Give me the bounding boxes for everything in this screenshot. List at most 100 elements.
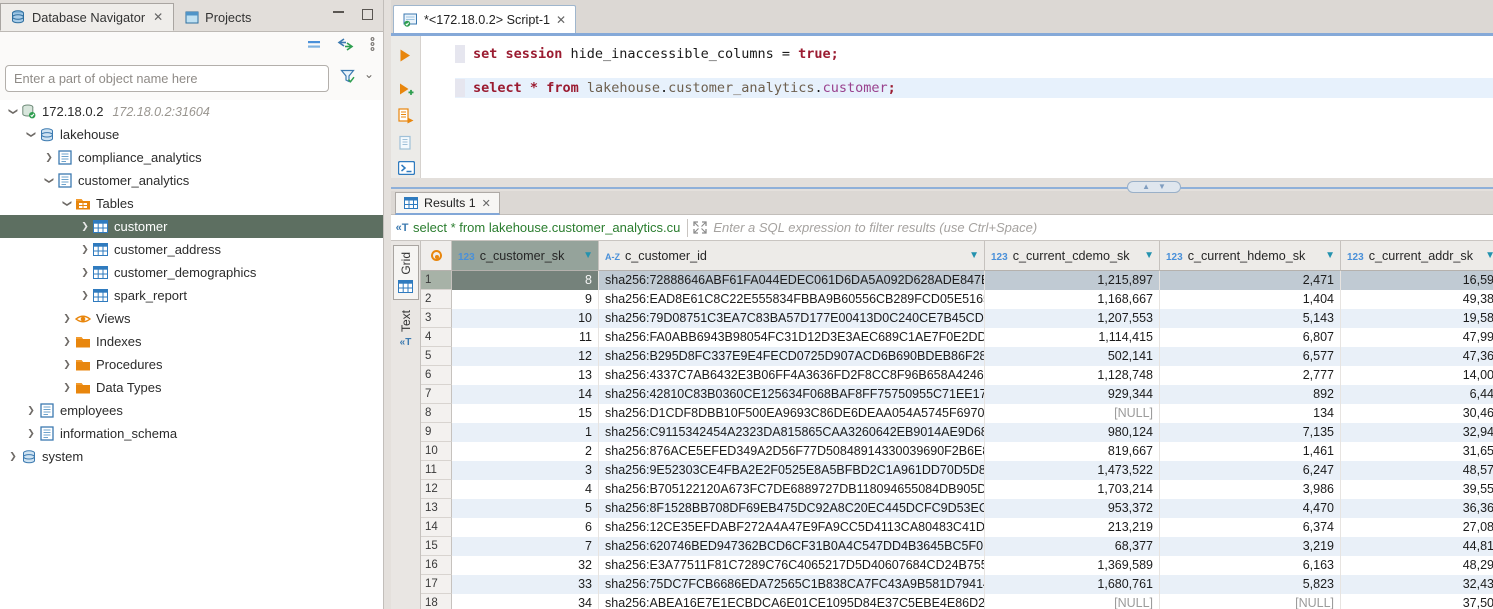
tree-item-employees[interactable]: ❯employees — [0, 399, 383, 422]
tree-item-tables[interactable]: ❯Tables — [0, 192, 383, 215]
results-filter-input[interactable] — [713, 215, 1493, 240]
grid-cell[interactable]: 2,471 — [1160, 271, 1341, 290]
grid-cell[interactable]: 11 — [452, 328, 599, 347]
execute-statement-icon[interactable] — [398, 48, 412, 63]
tree-item-views[interactable]: ❯Views — [0, 307, 383, 330]
execute-script-icon[interactable] — [398, 108, 414, 124]
grid-cell[interactable]: 16,59 — [1341, 271, 1493, 290]
grid-cell[interactable]: sha256:79D08751C3EA7C83BA57D177E00413D0C… — [599, 309, 985, 328]
grid-cell[interactable]: 8 — [452, 271, 599, 290]
grid-cell[interactable]: 5,143 — [1160, 309, 1341, 328]
tree-item-customer-address[interactable]: ❯customer_address — [0, 238, 383, 261]
row-header[interactable]: 9 — [421, 423, 452, 442]
grid-cell[interactable]: sha256:876ACE5EFED349A2D56F77D5084891433… — [599, 442, 985, 461]
tree-item-172-18-0-2[interactable]: ❯172.18.0.2172.18.0.2:31604 — [0, 100, 383, 123]
grid-cell[interactable]: 9 — [452, 290, 599, 309]
grid-cell[interactable]: 892 — [1160, 385, 1341, 404]
grid-cell[interactable]: 1,215,897 — [985, 271, 1160, 290]
presentation-tab-text[interactable]: Text «T — [393, 304, 419, 354]
grid-cell[interactable]: 6 — [452, 518, 599, 537]
tree-item-customer-analytics[interactable]: ❯customer_analytics — [0, 169, 383, 192]
grid-cell[interactable]: 32,94 — [1341, 423, 1493, 442]
filter-chevron-down-icon[interactable]: ⌄ — [364, 67, 374, 81]
grid-cell[interactable]: 6,577 — [1160, 347, 1341, 366]
grid-cell[interactable]: 5,823 — [1160, 575, 1341, 594]
grid-cell[interactable]: sha256:B295D8FC337E9E4FECD0725D907ACD6B6… — [599, 347, 985, 366]
grid-cell[interactable]: 33 — [452, 575, 599, 594]
grid-cell[interactable]: 14 — [452, 385, 599, 404]
collapse-arrow-icon[interactable]: ❯ — [62, 197, 73, 211]
tab-projects[interactable]: Projects — [174, 3, 262, 31]
open-sql-console-icon[interactable] — [398, 161, 415, 175]
grid-cell[interactable]: 39,55 — [1341, 480, 1493, 499]
tab-results-1[interactable]: Results 1 ✕ — [395, 192, 500, 215]
grid-cell[interactable]: sha256:E3A77511F81C7289C76C4065217D5D406… — [599, 556, 985, 575]
expand-arrow-icon[interactable]: ❯ — [60, 336, 74, 347]
row-header[interactable]: 14 — [421, 518, 452, 537]
grid-cell[interactable]: sha256:12CE35EFDABF272A4A47E9FA9CC5D4113… — [599, 518, 985, 537]
grid-cell[interactable]: 953,372 — [985, 499, 1160, 518]
tree-item-customer-demographics[interactable]: ❯customer_demographics — [0, 261, 383, 284]
row-header[interactable]: 10 — [421, 442, 452, 461]
link-with-editor-icon[interactable] — [337, 38, 354, 51]
expand-filter-icon[interactable] — [693, 221, 707, 234]
row-header[interactable]: 5 — [421, 347, 452, 366]
tab-database-navigator[interactable]: Database Navigator ✕ — [0, 3, 174, 31]
expand-arrow-icon[interactable]: ❯ — [6, 451, 20, 462]
grid-cell[interactable]: 34 — [452, 594, 599, 609]
grid-cell[interactable]: 30,46 — [1341, 404, 1493, 423]
grid-cell[interactable]: 929,344 — [985, 385, 1160, 404]
tree-item-customer[interactable]: ❯customer — [0, 215, 383, 238]
column-filter-dropdown-icon[interactable]: ▼ — [1485, 241, 1493, 270]
grid-cell[interactable]: sha256:42810C83B0360CE125634F068BAF8FF75… — [599, 385, 985, 404]
grid-cell[interactable]: 1,207,553 — [985, 309, 1160, 328]
grid-cell[interactable]: 44,81 — [1341, 537, 1493, 556]
row-header[interactable]: 8 — [421, 404, 452, 423]
column-header-c_current_hdemo_sk[interactable]: 123c_current_hdemo_sk▼ — [1160, 241, 1341, 271]
grid-cell[interactable]: 6,247 — [1160, 461, 1341, 480]
column-header-c_customer_sk[interactable]: 123c_customer_sk▼ — [452, 241, 599, 271]
grid-cell[interactable]: sha256:72888646ABF61FA044EDEC061D6DA5A09… — [599, 271, 985, 290]
grid-cell[interactable]: 13 — [452, 366, 599, 385]
grid-cell[interactable]: 1,473,522 — [985, 461, 1160, 480]
tree-item-lakehouse[interactable]: ❯lakehouse — [0, 123, 383, 146]
close-icon[interactable]: ✕ — [482, 197, 491, 210]
tree-item-procedures[interactable]: ❯Procedures — [0, 353, 383, 376]
row-header[interactable]: 2 — [421, 290, 452, 309]
expand-arrow-icon[interactable]: ❯ — [42, 152, 56, 163]
tab-sql-script[interactable]: *<172.18.0.2> Script-1 ✕ — [393, 5, 576, 33]
grid-cell[interactable]: 1,680,761 — [985, 575, 1160, 594]
row-header[interactable]: 1 — [421, 271, 452, 290]
grid-cell[interactable]: 1,461 — [1160, 442, 1341, 461]
grid-cell[interactable]: 1,128,748 — [985, 366, 1160, 385]
grid-cell[interactable]: sha256:4337C7AB6432E3B06FF4A3636FD2F8CC8… — [599, 366, 985, 385]
grid-cell[interactable]: 4 — [452, 480, 599, 499]
grid-cell[interactable]: 6,163 — [1160, 556, 1341, 575]
grid-cell[interactable]: 1,369,589 — [985, 556, 1160, 575]
filter-funnel-icon[interactable] — [340, 69, 356, 84]
object-filter-input[interactable] — [5, 65, 329, 92]
grid-cell[interactable]: sha256:D1CDF8DBB10F500EA9693C86DE6DEAA05… — [599, 404, 985, 423]
grid-cell[interactable]: sha256:620746BED947362BCD6CF31B0A4C547DD… — [599, 537, 985, 556]
column-filter-dropdown-icon[interactable]: ▼ — [1144, 241, 1154, 270]
minimize-icon[interactable] — [333, 9, 344, 20]
grid-cell[interactable]: 6,374 — [1160, 518, 1341, 537]
collapse-arrow-icon[interactable]: ❯ — [44, 174, 55, 188]
grid-cell[interactable]: sha256:75DC7FCB6686EDA72565C1B838CA7FC43… — [599, 575, 985, 594]
row-header[interactable]: 11 — [421, 461, 452, 480]
row-header[interactable]: 18 — [421, 594, 452, 609]
grid-corner-cell[interactable] — [421, 241, 452, 271]
grid-cell[interactable]: 6,44 — [1341, 385, 1493, 404]
row-header[interactable]: 12 — [421, 480, 452, 499]
grid-cell[interactable]: 27,08 — [1341, 518, 1493, 537]
grid-cell[interactable]: 6,807 — [1160, 328, 1341, 347]
row-header[interactable]: 3 — [421, 309, 452, 328]
grid-cell[interactable]: 7,135 — [1160, 423, 1341, 442]
collapse-down-icon[interactable]: ▼ — [1158, 183, 1166, 191]
grid-cell[interactable]: 3,219 — [1160, 537, 1341, 556]
grid-cell[interactable]: 47,99 — [1341, 328, 1493, 347]
grid-cell[interactable]: [NULL] — [985, 594, 1160, 609]
grid-cell[interactable]: 1,703,214 — [985, 480, 1160, 499]
column-filter-dropdown-icon[interactable]: ▼ — [1325, 241, 1335, 270]
grid-cell[interactable]: 502,141 — [985, 347, 1160, 366]
